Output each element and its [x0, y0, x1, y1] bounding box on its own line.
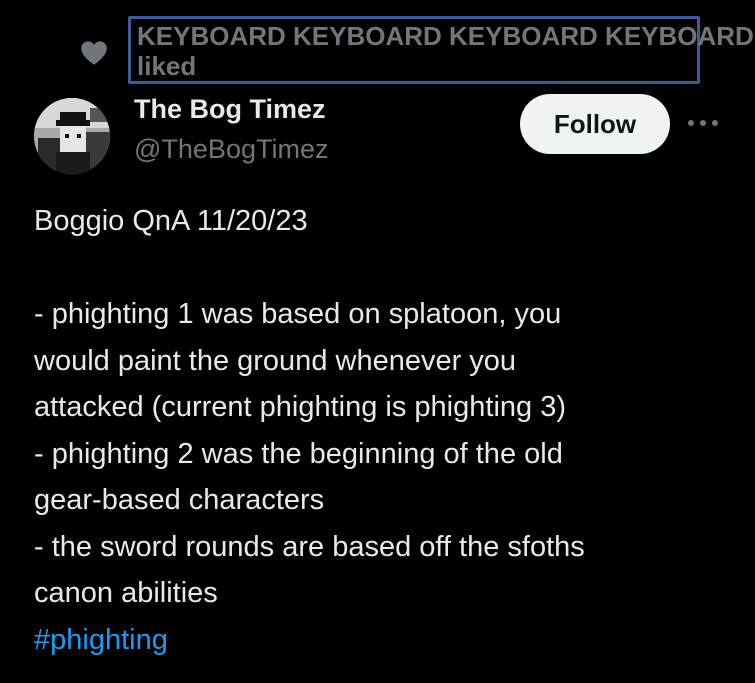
liked-label: liked: [137, 51, 197, 81]
hashtag-link[interactable]: #phighting: [34, 617, 724, 664]
follow-button[interactable]: Follow: [520, 94, 670, 154]
tweet-line: gear-based characters: [34, 484, 325, 516]
liked-by-names[interactable]: KEYBOARD KEYBOARD KEYBOARD KEYBOARD: [137, 21, 754, 51]
social-context: KEYBOARD KEYBOARD KEYBOARD KEYBOARD like…: [80, 16, 754, 92]
author-display-name[interactable]: The Bog Timez: [134, 94, 326, 125]
tweet-line: Boggio QnA 11/20/23: [34, 205, 308, 237]
tweet-header: The Bog Timez @TheBogTimez Follow: [32, 94, 732, 174]
liked-by-text[interactable]: KEYBOARD KEYBOARD KEYBOARD KEYBOARD like…: [128, 16, 754, 84]
tweet-line: - phighting 1 was based on splatoon, you: [34, 298, 562, 330]
avatar[interactable]: [34, 98, 110, 174]
author-handle[interactable]: @TheBogTimez: [134, 134, 328, 165]
more-icon[interactable]: [686, 116, 720, 130]
tweet-line: would paint the ground whenever you: [34, 344, 517, 377]
tweet-line: canon abilities: [34, 577, 218, 609]
tweet-text: Boggio QnA 11/20/23 - phighting 1 was ba…: [34, 198, 724, 663]
avatar-image: [34, 98, 110, 174]
heart-icon: [81, 41, 107, 65]
tweet-line: attacked (current phighting is phighting…: [34, 391, 566, 423]
tweet-line: - the sword rounds are based off the sfo…: [34, 530, 585, 563]
tweet-line: - phighting 2 was the beginning of the o…: [34, 437, 563, 470]
